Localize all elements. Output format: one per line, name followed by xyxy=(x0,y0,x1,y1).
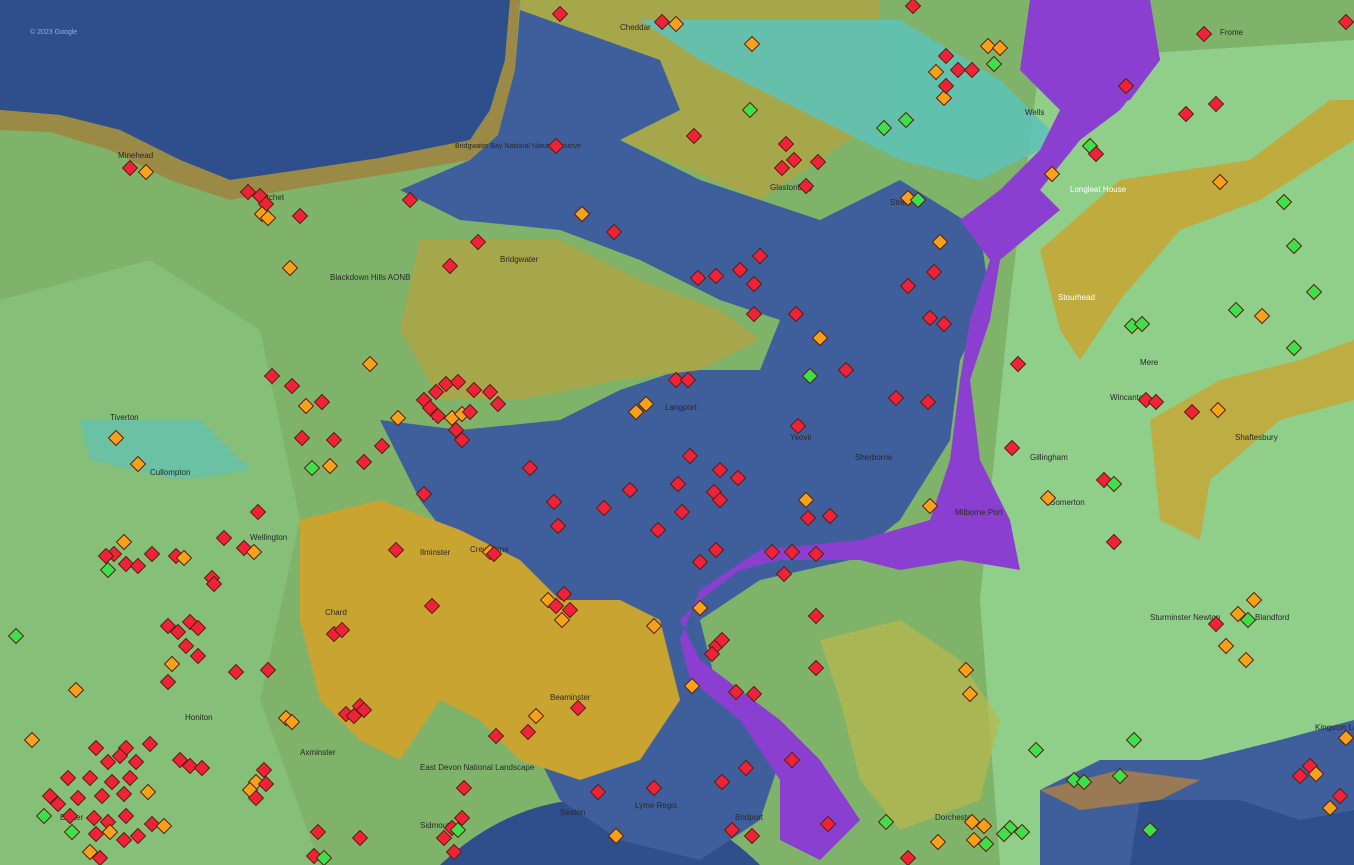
place-label: Tiverton xyxy=(110,413,139,422)
label-blackdown: Blackdown Hills AONB xyxy=(330,273,410,282)
place-label: Chard xyxy=(325,608,347,617)
map-attribution: © 2023 Google xyxy=(30,28,77,36)
place-label: Seaton xyxy=(560,808,585,817)
place-label: Blandford xyxy=(1255,613,1289,622)
place-label: Bridgwater xyxy=(500,255,539,264)
place-label: Wells xyxy=(1025,108,1044,117)
place-label: Cullompton xyxy=(150,468,190,477)
label-stourhead: Stourhead xyxy=(1058,293,1095,302)
geology-map[interactable]: © 2023 Google Bridgwater Bay National Na… xyxy=(0,0,1354,865)
place-label: Axminster xyxy=(300,748,336,757)
map-canvas[interactable]: © 2023 Google Bridgwater Bay National Na… xyxy=(0,0,1354,865)
place-label: Beaminster xyxy=(550,693,591,702)
place-label: Kingston Lacy xyxy=(1315,723,1354,732)
label-east-devon: East Devon National Landscape xyxy=(420,763,535,772)
place-label: Somerton xyxy=(1050,498,1085,507)
place-label: Wellington xyxy=(250,533,287,542)
place-label: Yeovil xyxy=(790,433,811,442)
label-longleat: Longleat House xyxy=(1070,185,1127,194)
place-label: Frome xyxy=(1220,28,1244,37)
place-label: Sherborne xyxy=(855,453,893,462)
place-label: Sturminster Newton xyxy=(1150,613,1220,622)
place-label: Cheddar xyxy=(620,23,651,32)
place-label: Shaftesbury xyxy=(1235,433,1278,442)
place-label: Honiton xyxy=(185,713,213,722)
place-label: Ilminster xyxy=(420,548,451,557)
place-label: Lyme Regis xyxy=(635,801,677,810)
place-label: Milborne Port xyxy=(955,508,1003,517)
place-label: Gillingham xyxy=(1030,453,1068,462)
place-label: Minehead xyxy=(118,151,153,160)
place-label: Mere xyxy=(1140,358,1159,367)
place-label: Bridport xyxy=(735,813,764,822)
place-label: Langport xyxy=(665,403,697,412)
